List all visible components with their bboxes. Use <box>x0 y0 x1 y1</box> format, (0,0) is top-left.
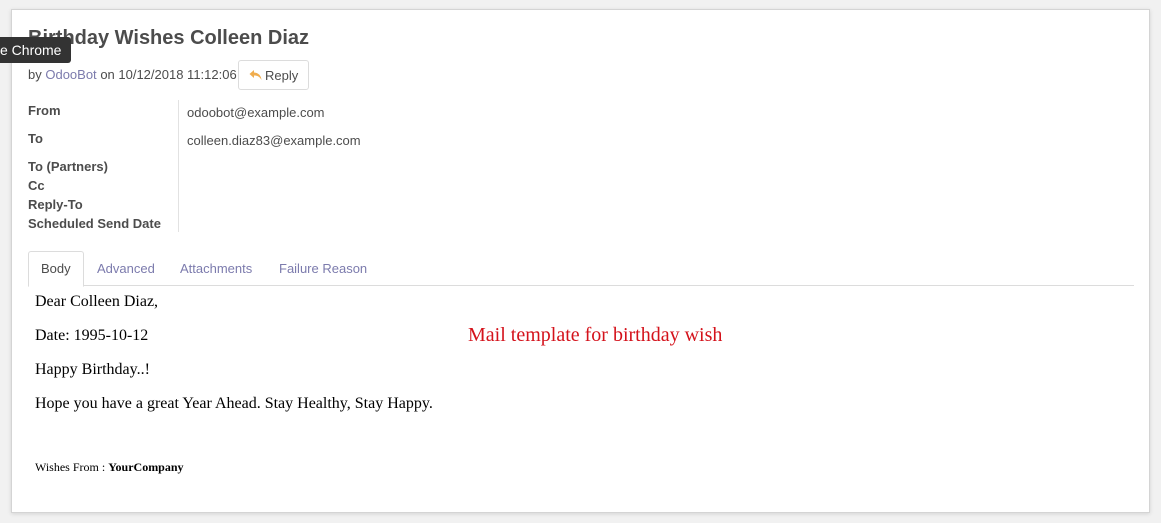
field-label-scheduled-send-date: Scheduled Send Date <box>28 216 161 231</box>
message-meta: by OdooBot on 10/12/2018 11:12:06 <box>28 67 237 82</box>
body-wish: Happy Birthday..! <box>35 361 150 378</box>
field-value-to: colleen.diaz83@example.com <box>187 133 361 148</box>
fields-divider <box>178 100 179 232</box>
meta-date-text: on 10/12/2018 11:12:06 <box>100 67 237 82</box>
meta-by-text: by <box>28 67 42 82</box>
reply-button[interactable]: Reply <box>238 60 310 90</box>
field-label-to: To <box>28 131 43 146</box>
message-sheet: Birthday Wishes Colleen Diaz by OdooBot … <box>11 9 1150 513</box>
reply-icon <box>249 70 262 80</box>
field-label-from: From <box>28 103 61 118</box>
tab-failure-reason[interactable]: Failure Reason <box>267 251 379 286</box>
reply-label: Reply <box>265 67 299 83</box>
signature-company: YourCompany <box>108 460 184 474</box>
signature-prefix: Wishes From : <box>35 460 106 474</box>
tab-body[interactable]: Body <box>28 251 84 287</box>
body-greeting: Dear Colleen Diaz, <box>35 293 159 310</box>
tab-advanced[interactable]: Advanced <box>85 251 167 286</box>
chrome-tooltip: e Chrome <box>0 37 72 63</box>
body-closing: Hope you have a great Year Ahead. Stay H… <box>35 395 433 412</box>
field-label-cc: Cc <box>28 178 45 193</box>
author-link[interactable]: OdooBot <box>45 67 96 82</box>
body-signature: Wishes From : YourCompany <box>35 460 184 475</box>
annotation-note: Mail template for birthday wish <box>468 324 723 346</box>
tab-attachments[interactable]: Attachments <box>168 251 264 286</box>
body-date: Date: 1995-10-12 <box>35 327 149 344</box>
field-label-to-partners: To (Partners) <box>28 159 108 174</box>
field-label-reply-to: Reply-To <box>28 197 83 212</box>
field-value-from: odoobot@example.com <box>187 105 325 120</box>
notebook-tabs: Body Advanced Attachments Failure Reason <box>28 251 1134 287</box>
